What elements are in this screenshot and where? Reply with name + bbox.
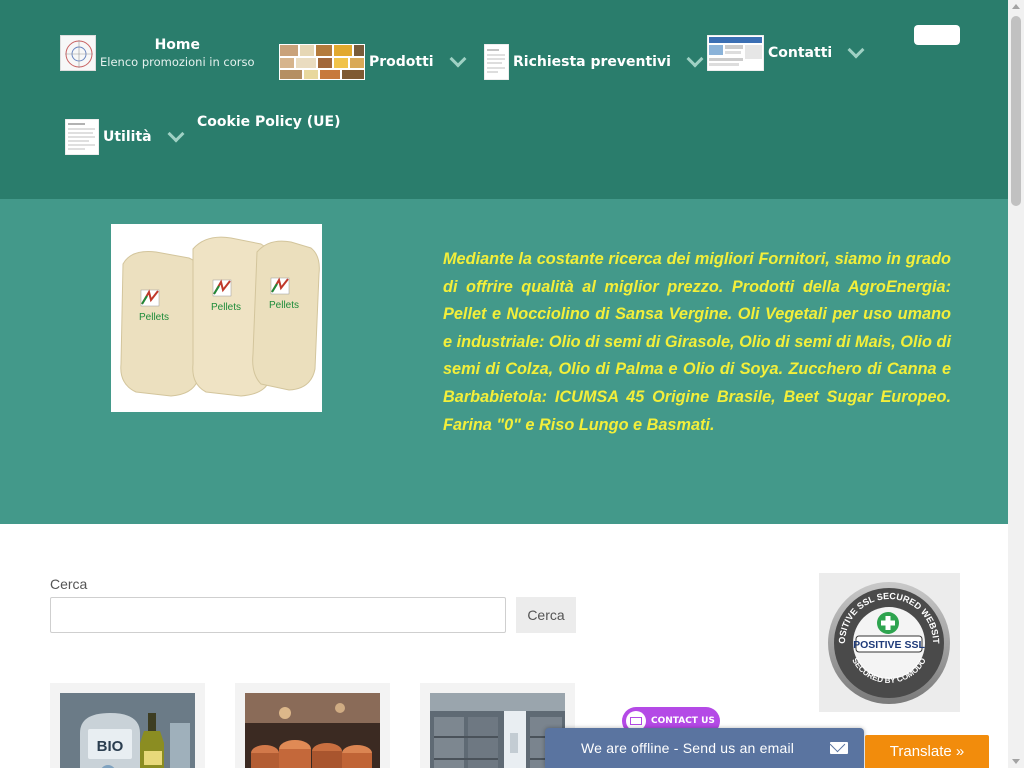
- site-header: Home Elenco promozioni in corso Prodotti…: [0, 0, 1008, 199]
- hero-section: Pellets Pellets Pellets Mediante la cost…: [0, 199, 1008, 524]
- contatti-thumbnail-icon: [707, 35, 764, 71]
- product-card[interactable]: [235, 683, 390, 768]
- nav-home-sublabel[interactable]: Elenco promozioni in corso: [100, 55, 255, 69]
- vertical-scrollbar[interactable]: [1008, 0, 1024, 768]
- prodotti-thumbnail-icon: [279, 44, 365, 80]
- nav-home[interactable]: Home Elenco promozioni in corso: [60, 35, 255, 71]
- nav-prodotti[interactable]: Prodotti: [279, 44, 467, 80]
- bio-oil-image: BIO: [60, 693, 195, 768]
- nav-prodotti-label: Prodotti: [369, 54, 434, 70]
- home-thumbnail-icon: [60, 35, 96, 71]
- hero-description: Mediante la costante ricerca dei miglior…: [443, 250, 951, 434]
- nav-contatti[interactable]: Contatti: [707, 35, 865, 71]
- pellet-bags-image: Pellets Pellets Pellets: [111, 224, 322, 412]
- nav-preventivi[interactable]: Richiesta preventivi: [484, 44, 704, 80]
- search-input[interactable]: [50, 597, 506, 633]
- chevron-down-icon[interactable]: [167, 125, 185, 143]
- offline-chat-bar[interactable]: We are offline - Send us an email: [545, 728, 864, 768]
- pellet-bag-label: Pellets: [269, 300, 299, 311]
- scroll-up-icon[interactable]: [1012, 4, 1020, 9]
- header-menu-button[interactable]: [914, 25, 960, 45]
- page: Home Elenco promozioni in corso Prodotti…: [0, 0, 1008, 768]
- pellet-bag-label: Pellets: [211, 302, 241, 313]
- chevron-down-icon[interactable]: [449, 50, 467, 68]
- translate-button[interactable]: Translate »: [865, 735, 989, 768]
- positive-ssl-badge: POSITIVE SSL SECURED WEBSITE SECURED BY …: [816, 565, 960, 712]
- ssl-center-text: POSITIVE SSL: [853, 639, 925, 651]
- nav-cookie-policy[interactable]: Cookie Policy (UE): [197, 114, 341, 130]
- nav-cookie-label: Cookie Policy (UE): [197, 114, 341, 130]
- utilita-thumbnail-icon: [65, 119, 99, 155]
- bio-label: BIO: [97, 738, 124, 755]
- nav-utilita-label: Utilità: [103, 129, 152, 145]
- chevron-down-icon[interactable]: [847, 41, 865, 59]
- search-label: Cerca: [50, 576, 88, 592]
- scrollbar-thumb[interactable]: [1011, 16, 1021, 206]
- nav-contatti-label: Contatti: [768, 45, 833, 61]
- preventivi-thumbnail-icon: [484, 44, 509, 80]
- nav-home-label[interactable]: Home: [100, 37, 255, 53]
- mail-icon: [830, 742, 848, 754]
- product-card[interactable]: BIO: [50, 683, 205, 768]
- contact-us-label: CONTACT US: [651, 716, 715, 726]
- nav-preventivi-label: Richiesta preventivi: [513, 54, 671, 70]
- search-button[interactable]: Cerca: [516, 597, 576, 633]
- nav-utilita[interactable]: Utilità: [65, 119, 185, 155]
- chevron-down-icon[interactable]: [686, 50, 704, 68]
- pellet-bag-label: Pellets: [139, 312, 169, 323]
- copper-image: [245, 693, 380, 768]
- scroll-down-icon[interactable]: [1012, 759, 1020, 764]
- offline-chat-label: We are offline - Send us an email: [581, 740, 795, 756]
